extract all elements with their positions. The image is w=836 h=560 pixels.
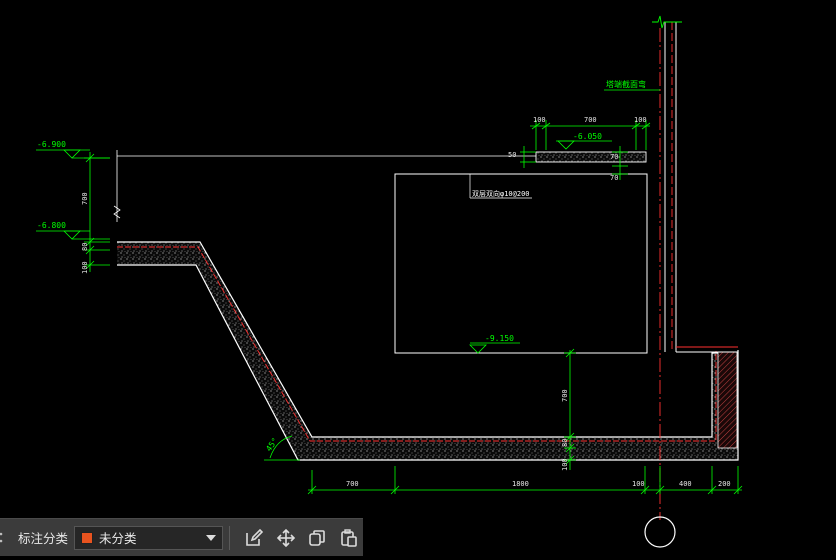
dimension-text: 700: [346, 480, 359, 488]
annotation-toolbar: 标注分类 未分类: [0, 518, 363, 556]
dimension-text: 700: [561, 389, 569, 402]
category-dropdown[interactable]: 未分类: [74, 525, 223, 550]
dimension-text: 100: [632, 480, 645, 488]
category-value: 未分类: [99, 531, 137, 546]
elevation-marker-slab: -6.050: [556, 132, 612, 150]
note-rebar: 双层双向φ10@200: [469, 174, 532, 199]
dimension-text: 1800: [512, 480, 529, 488]
dimension-text: 100: [561, 458, 569, 471]
dimension-left: [84, 152, 110, 272]
move-button[interactable]: [272, 524, 300, 552]
edit-button[interactable]: [240, 524, 268, 552]
dimension-text: 200: [718, 480, 731, 488]
dimension-text: 400: [679, 480, 692, 488]
dimension-text: 700: [584, 116, 597, 124]
dimension-text: 70: [610, 153, 618, 161]
cad-drawing-canvas[interactable]: -6.900 -6.800 -6.050 -9.150 塔端截面弯 双层双向φ1…: [0, 0, 836, 560]
dimension-text: 70: [610, 174, 618, 182]
dimension-text: 80: [561, 439, 569, 447]
right-wall-hatch: [717, 351, 738, 449]
move-icon: [276, 528, 295, 547]
elevation-marker-pit-bottom: -9.150: [469, 334, 520, 354]
chevron-down-icon: [205, 534, 216, 541]
copy-icon: [309, 529, 326, 546]
elevation-marker-mid-left: -6.800: [36, 221, 110, 240]
note-top: 塔端截面弯: [604, 79, 660, 91]
dimension-text: 100: [533, 116, 546, 124]
paste-icon: [341, 528, 357, 547]
cover-slab: [535, 151, 647, 163]
dimension-text: 700: [81, 192, 89, 205]
elevation-text: -6.050: [573, 132, 602, 141]
dimension-text: 80: [81, 243, 89, 251]
note-text: 塔端截面弯: [606, 79, 646, 89]
elevation-text: -6.800: [37, 221, 66, 230]
category-color-swatch: [81, 531, 94, 544]
outer-outline-bottom: [117, 264, 739, 461]
grip-handle[interactable]: [0, 519, 8, 557]
elevation-text: -6.900: [37, 140, 66, 149]
grip-icon: [0, 532, 3, 542]
elevation-marker-top-left: -6.900: [36, 140, 110, 159]
paste-button[interactable]: [335, 524, 363, 552]
toolbar-divider: [228, 525, 230, 550]
note-text: 双层双向φ10@200: [472, 189, 530, 198]
dimension-text: 100: [634, 116, 647, 124]
axis-bubble: [644, 516, 676, 548]
angle-text: 45°: [264, 436, 280, 453]
edit-icon: [245, 528, 263, 546]
dimension-text: 100: [81, 261, 89, 274]
copy-button[interactable]: [303, 524, 331, 552]
category-label: 标注分类: [18, 531, 69, 546]
dimension-text: 50: [508, 151, 516, 159]
elevation-text: -9.150: [485, 334, 514, 343]
